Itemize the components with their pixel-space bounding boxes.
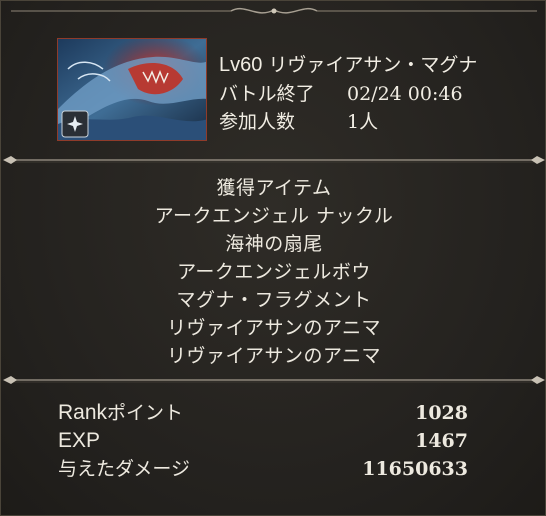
exp-label: EXP xyxy=(58,429,101,452)
boss-name: リヴァイアサン・マグナ xyxy=(268,54,478,76)
participants-line: 参加人数 1人 xyxy=(219,111,378,133)
item-row: アークエンジェル ナックル xyxy=(154,205,394,227)
divider-top xyxy=(3,156,545,164)
battle-end-time: 02/24 00:46 xyxy=(347,83,463,105)
exp-value: 1467 xyxy=(415,430,468,452)
battle-header: Lv60 リヴァイアサン・マグナ バトル終了 02/24 00:46 参加人数 … xyxy=(57,38,517,142)
item-row: マグナ・フラグメント xyxy=(176,289,372,311)
boss-thumbnail xyxy=(57,38,207,141)
acquired-items: 獲得アイテム アークエンジェル ナックル 海神の扇尾 アークエンジェルボウ マグ… xyxy=(1,174,546,370)
result-panel: Lv60 リヴァイアサン・マグナ バトル終了 02/24 00:46 参加人数 … xyxy=(0,0,546,516)
damage-row: 与えたダメージ 11650633 xyxy=(58,455,470,483)
item-row: 海神の扇尾 xyxy=(225,233,323,255)
battle-end-label: バトル終了 xyxy=(219,83,315,105)
leviathan-magna-art-icon xyxy=(58,39,206,140)
rank-points-label: Rankポイント xyxy=(58,401,184,424)
boss-title-line: Lv60 リヴァイアサン・マグナ xyxy=(219,54,477,76)
item-row: リヴァイアサンのアニマ xyxy=(166,345,382,367)
damage-value: 11650633 xyxy=(362,458,468,480)
item-row: アークエンジェルボウ xyxy=(177,261,371,283)
divider-bottom xyxy=(3,376,545,384)
items-heading: 獲得アイテム xyxy=(216,177,332,199)
rank-points-row: Rankポイント 1028 xyxy=(58,399,470,427)
boss-level: Lv60 xyxy=(219,54,263,76)
rank-points-value: 1028 xyxy=(415,402,468,424)
exp-row: EXP 1467 xyxy=(58,427,470,455)
participants-value: 1人 xyxy=(347,111,379,133)
item-row: リヴァイアサンのアニマ xyxy=(166,317,382,339)
top-ornament xyxy=(11,7,537,14)
damage-label: 与えたダメージ xyxy=(58,458,191,480)
participants-label: 参加人数 xyxy=(219,111,296,133)
result-stats: Rankポイント 1028 EXP 1467 与えたダメージ 11650633 xyxy=(58,399,470,483)
battle-end-line: バトル終了 02/24 00:46 xyxy=(219,83,463,105)
